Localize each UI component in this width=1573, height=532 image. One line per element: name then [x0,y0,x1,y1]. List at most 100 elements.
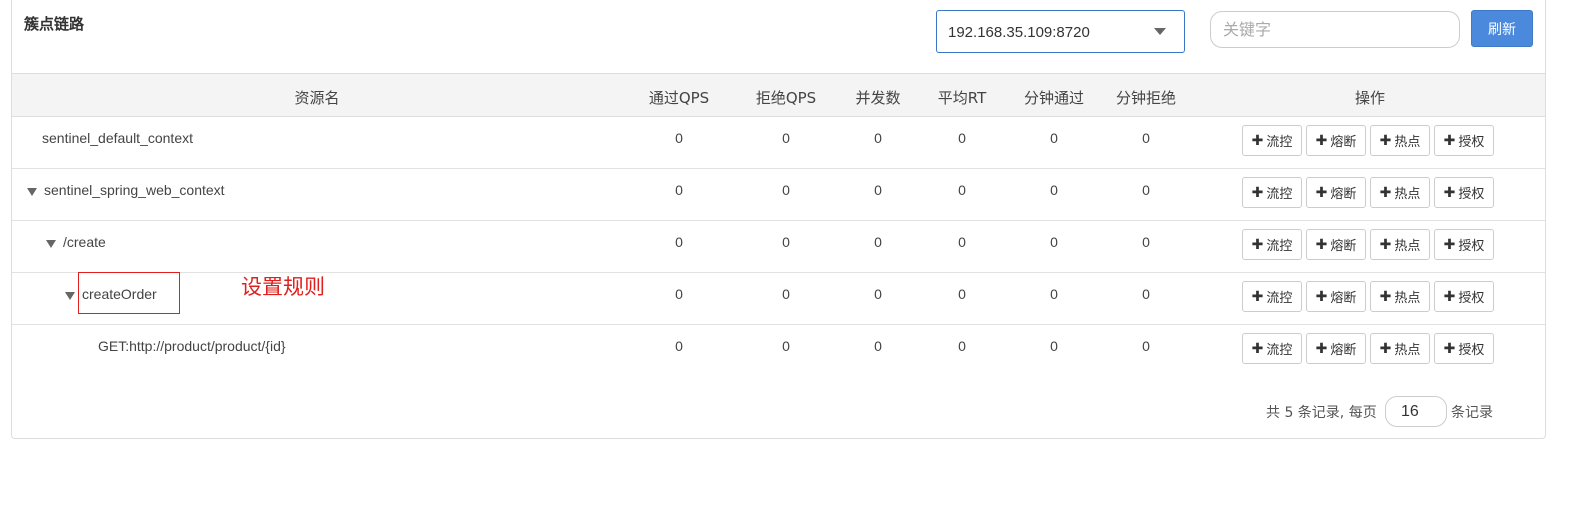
highlight-box [78,272,180,314]
minute-block-cell: 0 [1142,338,1150,354]
degrade-button[interactable]: ✚ 熔断 [1306,125,1366,156]
plus-icon: ✚ [1443,340,1456,357]
flow-control-button[interactable]: ✚ 流控 [1242,229,1302,260]
avg-rt-cell: 0 [958,338,966,354]
plus-icon: ✚ [1251,340,1264,357]
avg-rt-cell: 0 [958,130,966,146]
concurrency-cell: 0 [874,130,882,146]
plus-icon: ✚ [1251,184,1264,201]
avg-rt-cell: 0 [958,234,966,250]
refresh-button[interactable]: 刷新 [1471,10,1533,47]
flow-control-button[interactable]: ✚ 流控 [1242,177,1302,208]
pass-qps-cell: 0 [675,182,683,198]
plus-icon: ✚ [1379,340,1392,357]
minute-block-cell: 0 [1142,130,1150,146]
plus-icon: ✚ [1379,184,1392,201]
authority-button[interactable]: ✚ 授权 [1434,177,1494,208]
plus-icon: ✚ [1315,340,1328,357]
table-row: /create 0 0 0 0 0 0 ✚ 流控 ✚ 熔断 ✚ 热点 ✚ 授权 [12,221,1545,273]
pass-qps-cell: 0 [675,234,683,250]
block-qps-cell: 0 [782,338,790,354]
avg-rt-cell: 0 [958,286,966,302]
flow-control-button[interactable]: ✚ 流控 [1242,125,1302,156]
block-qps-cell: 0 [782,182,790,198]
header-operations: 操作 [1354,89,1385,107]
header-minute-block: 分钟拒绝 [1115,89,1176,107]
concurrency-cell: 0 [874,338,882,354]
header-avg-rt: 平均RT [937,89,987,107]
minute-pass-cell: 0 [1050,286,1058,302]
resource-name: sentinel_spring_web_context [27,182,225,198]
header-pass-qps: 通过QPS [648,89,710,107]
plus-icon: ✚ [1315,288,1328,305]
resource-name: sentinel_default_context [42,130,193,146]
table-row: sentinel_spring_web_context 0 0 0 0 0 0 … [12,169,1545,221]
flow-control-button[interactable]: ✚ 流控 [1242,281,1302,312]
minute-block-cell: 0 [1142,286,1150,302]
header-resource-name: 资源名 [294,89,340,107]
minute-pass-cell: 0 [1050,234,1058,250]
annotation-label: 设置规则 [241,275,325,299]
resource-name: /create [46,234,106,250]
panel-title: 簇点链路 [24,15,85,33]
table-row: sentinel_default_context 0 0 0 0 0 0 ✚ 流控… [12,117,1545,169]
authority-button[interactable]: ✚ 授权 [1434,333,1494,364]
plus-icon: ✚ [1251,288,1264,305]
plus-icon: ✚ [1315,184,1328,201]
hotspot-button[interactable]: ✚ 热点 [1370,333,1430,364]
concurrency-cell: 0 [874,182,882,198]
keyword-search-input[interactable] [1210,11,1460,48]
hotspot-button[interactable]: ✚ 热点 [1370,177,1430,208]
collapse-triangle-icon[interactable] [46,240,56,248]
degrade-button[interactable]: ✚ 熔断 [1306,281,1366,312]
machine-select[interactable]: 192.168.35.109:8720 [936,10,1185,53]
authority-button[interactable]: ✚ 授权 [1434,125,1494,156]
plus-icon: ✚ [1251,236,1264,253]
machine-select-value: 192.168.35.109:8720 [948,24,1090,41]
plus-icon: ✚ [1251,132,1264,149]
chevron-down-icon[interactable] [1154,28,1166,35]
pager-summary: 共 5 条记录, 每页 [1266,405,1377,421]
concurrency-cell: 0 [874,286,882,302]
cluster-link-panel: 簇点链路 192.168.35.109:8720 刷新 资源名 通过QPS 拒绝… [11,0,1546,439]
plus-icon: ✚ [1315,236,1328,253]
collapse-triangle-icon[interactable] [65,292,75,300]
minute-pass-cell: 0 [1050,182,1058,198]
block-qps-cell: 0 [782,234,790,250]
pass-qps-cell: 0 [675,130,683,146]
plus-icon: ✚ [1315,132,1328,149]
page-size-input[interactable] [1385,396,1447,427]
minute-block-cell: 0 [1142,182,1150,198]
plus-icon: ✚ [1443,132,1456,149]
minute-block-cell: 0 [1142,234,1150,250]
avg-rt-cell: 0 [958,182,966,198]
hotspot-button[interactable]: ✚ 热点 [1370,281,1430,312]
pager-suffix: 条记录 [1451,405,1493,421]
plus-icon: ✚ [1379,288,1392,305]
concurrency-cell: 0 [874,234,882,250]
plus-icon: ✚ [1443,236,1456,253]
plus-icon: ✚ [1443,184,1456,201]
block-qps-cell: 0 [782,130,790,146]
header-concurrency: 并发数 [855,89,901,107]
degrade-button[interactable]: ✚ 熔断 [1306,177,1366,208]
degrade-button[interactable]: ✚ 熔断 [1306,333,1366,364]
plus-icon: ✚ [1379,236,1392,253]
hotspot-button[interactable]: ✚ 热点 [1370,229,1430,260]
header-block-qps: 拒绝QPS [755,89,817,107]
minute-pass-cell: 0 [1050,338,1058,354]
authority-button[interactable]: ✚ 授权 [1434,229,1494,260]
resource-name: GET:http://product/product/{id} [98,338,286,354]
collapse-triangle-icon[interactable] [27,188,37,196]
plus-icon: ✚ [1443,288,1456,305]
table-row: GET:http://product/product/{id} 0 0 0 0 … [12,325,1545,377]
pass-qps-cell: 0 [675,338,683,354]
authority-button[interactable]: ✚ 授权 [1434,281,1494,312]
degrade-button[interactable]: ✚ 熔断 [1306,229,1366,260]
header-minute-pass: 分钟通过 [1023,89,1084,107]
hotspot-button[interactable]: ✚ 热点 [1370,125,1430,156]
flow-control-button[interactable]: ✚ 流控 [1242,333,1302,364]
pass-qps-cell: 0 [675,286,683,302]
minute-pass-cell: 0 [1050,130,1058,146]
table-header: 资源名 通过QPS 拒绝QPS 并发数 平均RT 分钟通过 分钟拒绝 操作 [12,73,1545,117]
